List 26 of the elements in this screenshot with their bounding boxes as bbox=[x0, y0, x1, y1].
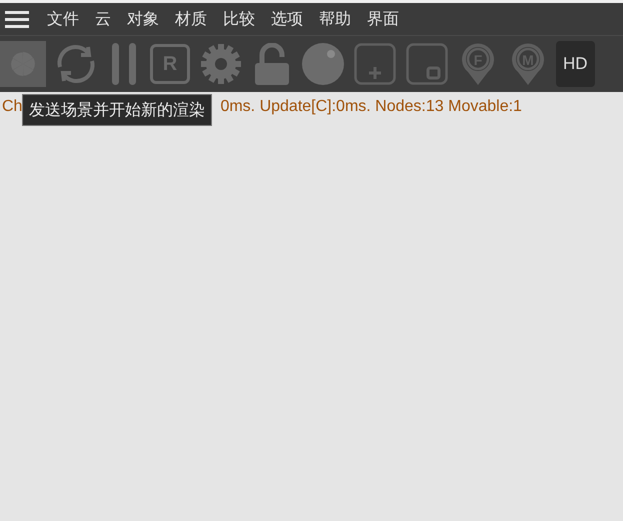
square-box-icon bbox=[406, 43, 448, 85]
menu-icon[interactable] bbox=[5, 10, 29, 28]
menu-item[interactable]: 选项 bbox=[265, 7, 309, 31]
map-pin-icon bbox=[460, 42, 496, 86]
render-button[interactable] bbox=[0, 41, 46, 87]
hd-button[interactable]: HD bbox=[556, 41, 595, 87]
status-text: 0ms. Update[C]:0ms. Nodes:13 Movable:1 bbox=[220, 97, 522, 117]
menu-item[interactable]: 比较 bbox=[217, 7, 261, 31]
settings-icon bbox=[200, 43, 242, 85]
menu-item[interactable]: 云 bbox=[89, 7, 117, 31]
menu-item[interactable]: 文件 bbox=[41, 7, 85, 31]
tooltip: 发送场景并开始新的渲染 bbox=[22, 94, 212, 126]
unlocked-padlock-icon bbox=[254, 43, 290, 85]
status-text: Ch bbox=[2, 97, 22, 117]
pause-icon bbox=[110, 43, 138, 85]
menu-item[interactable]: 对象 bbox=[121, 7, 165, 31]
menu-item[interactable]: 界面 bbox=[361, 7, 405, 31]
menu-item[interactable]: 材质 bbox=[169, 7, 213, 31]
region-button[interactable] bbox=[404, 41, 450, 87]
plus-box-icon bbox=[354, 43, 396, 85]
material-button[interactable] bbox=[300, 41, 346, 87]
map-pin-icon bbox=[510, 42, 546, 86]
menu-item[interactable]: 帮助 bbox=[313, 7, 357, 31]
add-button[interactable] bbox=[352, 41, 398, 87]
settings-button[interactable] bbox=[198, 41, 244, 87]
sphere-icon bbox=[301, 42, 345, 86]
